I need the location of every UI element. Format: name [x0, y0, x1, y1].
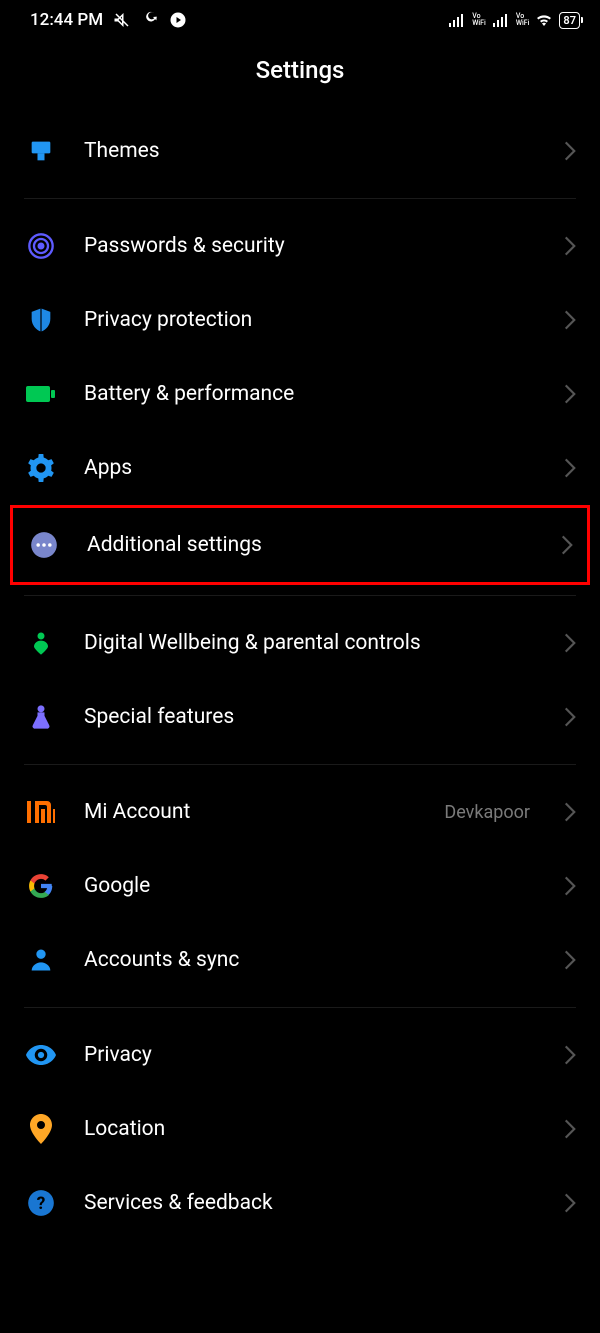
- themes-icon: [24, 134, 58, 168]
- battery-level: 87: [563, 14, 576, 27]
- chevron-right-icon: [564, 633, 576, 653]
- status-left: 12:44 PM: [30, 10, 187, 30]
- status-time: 12:44 PM: [30, 10, 103, 30]
- vowifi-label-1: VoWiFi: [472, 13, 486, 27]
- item-label: Mi Account: [84, 800, 418, 824]
- shield-icon: [24, 303, 58, 337]
- settings-item-services[interactable]: ? Services & feedback: [0, 1166, 600, 1240]
- chevron-right-icon: [564, 876, 576, 896]
- page-title: Settings: [0, 38, 600, 114]
- item-label: Google: [84, 874, 538, 898]
- item-label: Additional settings: [87, 533, 535, 557]
- settings-item-battery[interactable]: Battery & performance: [0, 357, 600, 431]
- chevron-right-icon: [564, 1193, 576, 1213]
- item-value: Devkapoor: [444, 802, 530, 823]
- item-label: Passwords & security: [84, 234, 538, 258]
- chevron-right-icon: [564, 141, 576, 161]
- sync-icon: [141, 11, 159, 29]
- settings-item-privacy[interactable]: Privacy: [0, 1018, 600, 1092]
- item-label: Accounts & sync: [84, 948, 538, 972]
- mi-logo-icon: [24, 795, 58, 829]
- status-bar: 12:44 PM VoWiFi VoWiFi 87: [0, 0, 600, 38]
- chevron-right-icon: [564, 802, 576, 822]
- settings-item-google[interactable]: Google: [0, 849, 600, 923]
- eye-icon: [24, 1038, 58, 1072]
- chevron-right-icon: [561, 535, 573, 555]
- wifi-icon: [535, 11, 553, 29]
- settings-item-special[interactable]: Special features: [0, 680, 600, 754]
- item-label: Privacy protection: [84, 308, 538, 332]
- mute-icon: [113, 11, 131, 29]
- status-right: VoWiFi VoWiFi 87: [448, 11, 580, 29]
- chevron-right-icon: [564, 236, 576, 256]
- settings-item-additional[interactable]: Additional settings: [13, 508, 587, 582]
- settings-item-wellbeing[interactable]: Digital Wellbeing & parental controls: [0, 606, 600, 680]
- divider: [24, 198, 576, 199]
- help-icon: ?: [24, 1186, 58, 1220]
- settings-item-apps[interactable]: Apps: [0, 431, 600, 505]
- settings-item-themes[interactable]: Themes: [0, 114, 600, 188]
- location-pin-icon: [24, 1112, 58, 1146]
- fingerprint-icon: [24, 229, 58, 263]
- item-label: Themes: [84, 139, 538, 163]
- chevron-right-icon: [564, 1119, 576, 1139]
- item-label: Privacy: [84, 1043, 538, 1067]
- wellbeing-icon: [24, 626, 58, 660]
- item-label: Special features: [84, 705, 538, 729]
- item-label: Battery & performance: [84, 382, 538, 406]
- item-label: Services & feedback: [84, 1191, 538, 1215]
- item-label: Apps: [84, 456, 538, 480]
- battery-indicator: 87: [559, 12, 580, 29]
- divider: [24, 764, 576, 765]
- signal-icon-1: [448, 11, 466, 29]
- chevron-right-icon: [564, 950, 576, 970]
- divider: [24, 1007, 576, 1008]
- settings-item-accounts-sync[interactable]: Accounts & sync: [0, 923, 600, 997]
- play-icon: [169, 11, 187, 29]
- person-icon: [24, 943, 58, 977]
- highlight-annotation: Additional settings: [10, 505, 590, 585]
- item-label: Location: [84, 1117, 538, 1141]
- divider: [24, 595, 576, 596]
- gear-icon: [24, 451, 58, 485]
- battery-icon: [24, 377, 58, 411]
- settings-item-passwords[interactable]: Passwords & security: [0, 209, 600, 283]
- settings-item-mi-account[interactable]: Mi Account Devkapoor: [0, 775, 600, 849]
- chevron-right-icon: [564, 458, 576, 478]
- flask-icon: [24, 700, 58, 734]
- google-logo-icon: [24, 869, 58, 903]
- signal-icon-2: [492, 11, 510, 29]
- settings-item-privacy-protection[interactable]: Privacy protection: [0, 283, 600, 357]
- vowifi-label-2: VoWiFi: [516, 13, 530, 27]
- chevron-right-icon: [564, 707, 576, 727]
- chevron-right-icon: [564, 310, 576, 330]
- svg-text:?: ?: [37, 1194, 46, 1214]
- chevron-right-icon: [564, 1045, 576, 1065]
- more-icon: [27, 528, 61, 562]
- chevron-right-icon: [564, 384, 576, 404]
- item-label: Digital Wellbeing & parental controls: [84, 631, 538, 655]
- settings-item-location[interactable]: Location: [0, 1092, 600, 1166]
